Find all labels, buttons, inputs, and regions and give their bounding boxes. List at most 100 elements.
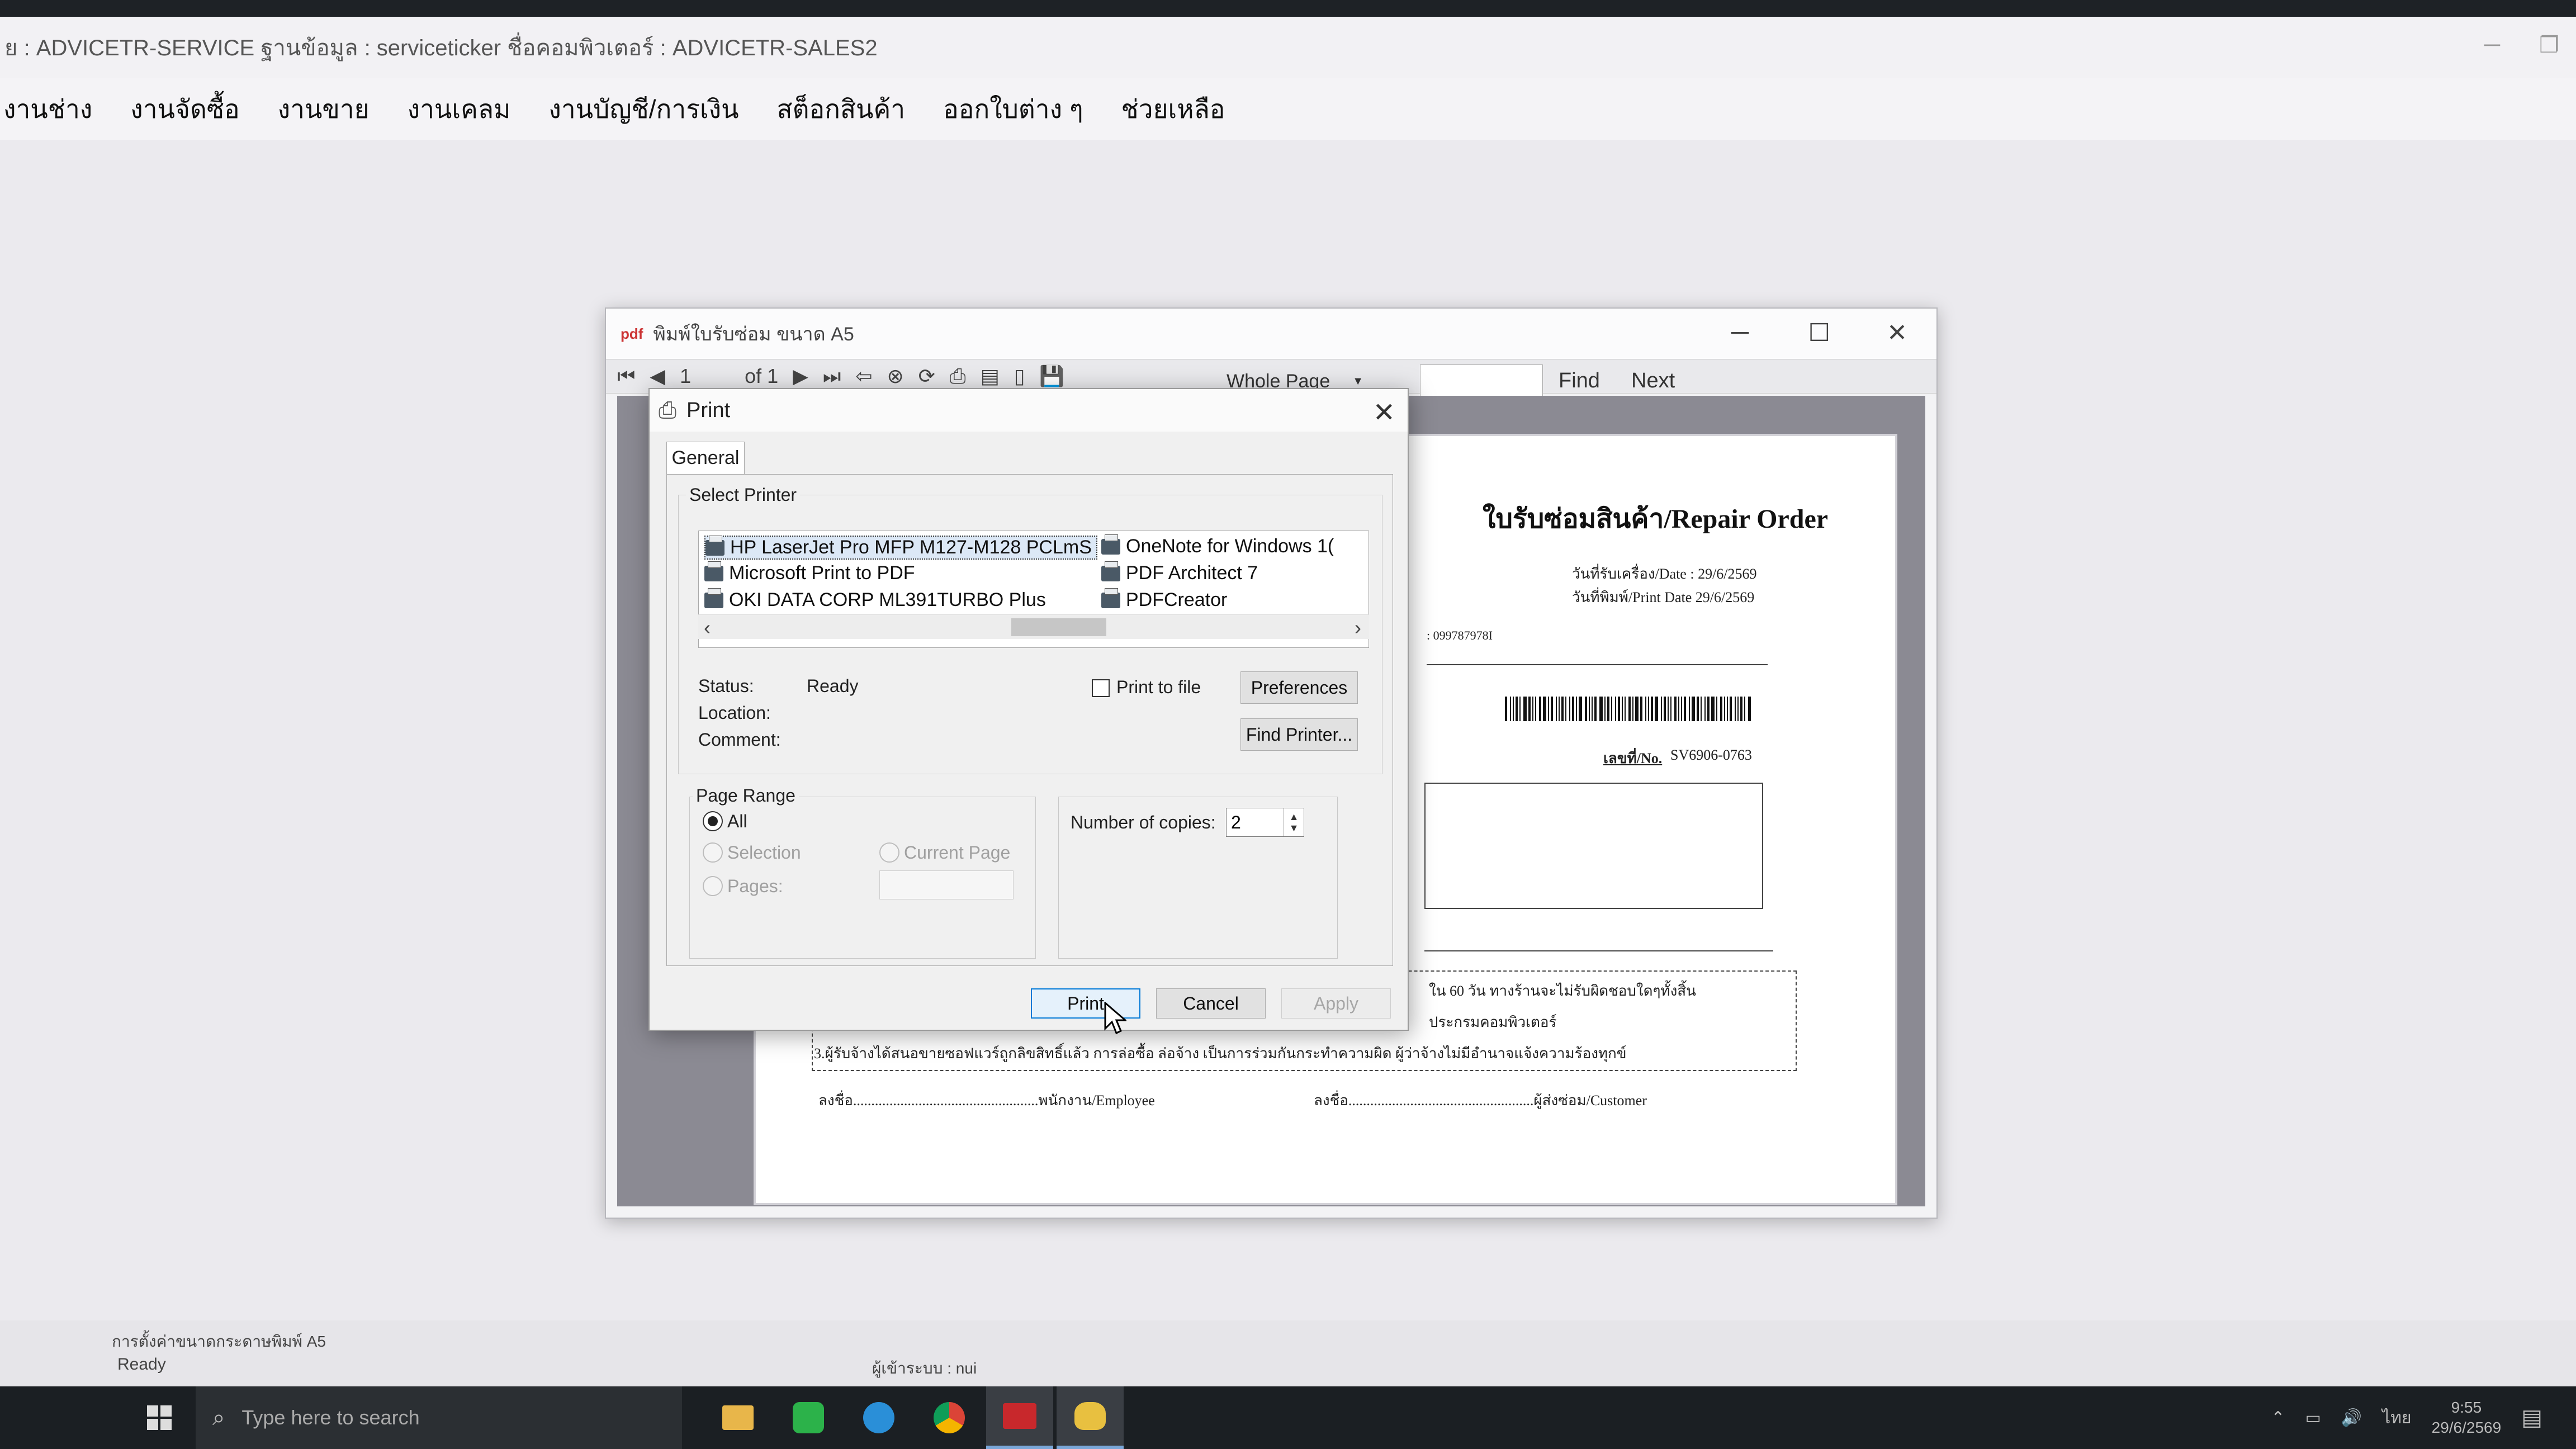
file-explorer-icon[interactable] <box>704 1386 771 1449</box>
start-button[interactable] <box>123 1386 196 1449</box>
copies-stepper[interactable]: 2 ▲ ▼ <box>1226 808 1304 837</box>
scrollbar-thumb[interactable] <box>1011 618 1106 636</box>
last-page-icon[interactable]: ⏭ <box>823 364 841 389</box>
prev-page-icon[interactable]: ◀ <box>650 364 665 388</box>
barcode-bar <box>1532 697 1533 721</box>
taskbar-search[interactable]: ⌕ Type here to search <box>196 1386 682 1449</box>
barcode-bar <box>1565 697 1566 721</box>
printer-item-onenote[interactable]: OneNote for Windows 1( <box>1101 534 1334 557</box>
menu-stock[interactable]: สต็อกสินค้า <box>777 89 906 130</box>
cancel-button[interactable]: Cancel <box>1156 988 1266 1019</box>
chevron-down-icon: ▼ <box>1352 375 1364 387</box>
printer-name: OneNote for Windows 1( <box>1126 536 1334 557</box>
page-number[interactable]: 1 <box>680 364 691 388</box>
barcode-bar <box>1551 697 1553 721</box>
mouse-cursor-icon <box>1104 1002 1126 1035</box>
print-to-file-checkbox[interactable] <box>1092 679 1110 697</box>
print-layout-icon[interactable]: ▤ <box>981 364 1000 388</box>
printer-item-ms-pdf[interactable]: Microsoft Print to PDF <box>704 561 915 584</box>
refresh-icon[interactable]: ⟳ <box>918 364 935 388</box>
menu-purchasing[interactable]: งานจัดซื้อ <box>130 89 239 130</box>
back-icon[interactable]: ⇦ <box>855 364 872 388</box>
printer-item-pdf-architect[interactable]: PDF Architect 7 <box>1101 561 1258 584</box>
tab-general[interactable]: General <box>666 442 745 474</box>
barcode-bar <box>1711 697 1715 721</box>
find-next-button[interactable]: Next <box>1631 369 1675 393</box>
edge-browser-icon[interactable] <box>845 1386 912 1449</box>
barcode-bar <box>1681 697 1682 721</box>
barcode-bar <box>1701 697 1702 721</box>
network-icon[interactable]: ▭ <box>2305 1408 2321 1428</box>
barcode-bar <box>1607 697 1609 721</box>
menu-documents[interactable]: ออกใบต่าง ๆ <box>943 89 1083 130</box>
find-printer-button[interactable]: Find Printer... <box>1240 718 1358 751</box>
line-app-icon[interactable] <box>775 1386 842 1449</box>
clock-time: 9:55 <box>2451 1399 2482 1416</box>
range-all-radio[interactable] <box>703 811 723 831</box>
menu-help[interactable]: ช่วยเหลือ <box>1121 89 1225 130</box>
range-pages-radio[interactable] <box>703 876 723 896</box>
barcode-bar <box>1510 697 1511 721</box>
barcode-bar <box>1740 697 1742 721</box>
scroll-right-icon[interactable]: › <box>1355 616 1361 640</box>
page-setup-icon[interactable]: ▯ <box>1014 364 1025 388</box>
logged-in-user: ผู้เข้าระบบ : nui <box>872 1360 977 1377</box>
printer-list-scrollbar[interactable]: ‹ › <box>698 614 1369 639</box>
viewer-maximize-icon[interactable]: ☐ <box>1808 319 1830 347</box>
menu-accounting[interactable]: งานบัญชี/การเงิน <box>548 89 738 130</box>
volume-icon[interactable]: 🔊 <box>2341 1408 2362 1428</box>
barcode-bar <box>1548 697 1549 721</box>
close-icon[interactable]: ✕ <box>1373 397 1395 428</box>
term-line-1: ใน 60 วัน ทางร้านจะไม่รับผิดชอบใดๆทั้งสิ… <box>1429 983 1696 999</box>
viewer-close-icon[interactable]: ✕ <box>1887 319 1907 347</box>
range-current-page-label: Current Page <box>904 842 1011 863</box>
barcode-bar <box>1592 697 1593 721</box>
pages-input[interactable] <box>879 870 1014 899</box>
barcode-bar <box>1572 697 1574 721</box>
term-line-3: 3.ผู้รับจ้างได้สนอขายซอฟแวร์ถูกลิขสิทธิ์… <box>814 1045 1627 1062</box>
spin-arrows-icon[interactable]: ▲ ▼ <box>1284 808 1304 836</box>
scroll-left-icon[interactable]: ‹ <box>704 616 711 640</box>
restore-icon[interactable]: ❐ <box>2539 32 2559 58</box>
printer-item-hp[interactable]: HP LaserJet Pro MFP M127-M128 PCLmS <box>704 535 1097 560</box>
minimize-icon[interactable]: ─ <box>2484 32 2500 58</box>
stop-icon[interactable]: ⊗ <box>887 364 903 388</box>
print-dialog-titlebar: ⎙ Print <box>650 389 1408 432</box>
menu-sales[interactable]: งานขาย <box>278 89 370 130</box>
print-dialog: ⎙ Print ✕ General Select Printer HP Lase… <box>648 388 1409 1031</box>
range-selection-radio[interactable] <box>703 842 723 863</box>
next-page-icon[interactable]: ▶ <box>793 364 808 388</box>
printer-icon[interactable]: ⎙ <box>950 364 966 389</box>
barcode-bar <box>1704 697 1706 721</box>
range-current-page-radio[interactable] <box>879 842 899 863</box>
chevron-up-icon[interactable]: ⌃ <box>2271 1408 2285 1428</box>
printer-item-pdfcreator[interactable]: PDFCreator <box>1101 588 1227 611</box>
service-app-icon[interactable] <box>1057 1386 1124 1449</box>
app-title: ย : ADVICETR-SERVICE ฐานข้อมูล : service… <box>4 36 878 60</box>
viewer-title: พิมพ์ใบรับซ่อม ขนาด A5 <box>653 324 854 345</box>
doc-no-value: SV6906-0763 <box>1670 747 1752 763</box>
clock[interactable]: 9:55 29/6/2569 <box>2432 1398 2502 1438</box>
input-language[interactable]: ไทย <box>2382 1405 2411 1431</box>
viewer-minimize-icon[interactable]: ─ <box>1731 319 1749 347</box>
menu-technician[interactable]: งานช่าง <box>3 89 92 130</box>
chrome-browser-icon[interactable] <box>916 1386 983 1449</box>
print-to-file-label: Print to file <box>1116 677 1201 697</box>
find-button[interactable]: Find <box>1559 369 1600 393</box>
barcode-bar <box>1716 697 1717 721</box>
apply-button[interactable]: Apply <box>1281 988 1391 1019</box>
printer-item-oki[interactable]: OKI DATA CORP ML391TURBO Plus <box>704 588 1046 611</box>
export-icon[interactable]: 💾 <box>1039 364 1064 388</box>
barcode-bar <box>1655 697 1658 721</box>
barcode-bar <box>1670 697 1671 721</box>
barcode-bar <box>1556 697 1557 721</box>
preferences-button[interactable]: Preferences <box>1240 671 1358 704</box>
red-app-icon[interactable] <box>986 1386 1053 1449</box>
notifications-icon[interactable]: ▤ <box>2521 1405 2542 1431</box>
barcode-bar <box>1615 697 1616 721</box>
status-message: การตั้งค่าขนาดกระดาษพิมพ์ A5 <box>112 1333 326 1350</box>
menu-claims[interactable]: งานเคลม <box>408 89 511 130</box>
first-page-icon[interactable]: ⏮ <box>617 364 635 389</box>
printer-icon <box>704 588 723 608</box>
find-text-input[interactable] <box>1420 364 1543 397</box>
